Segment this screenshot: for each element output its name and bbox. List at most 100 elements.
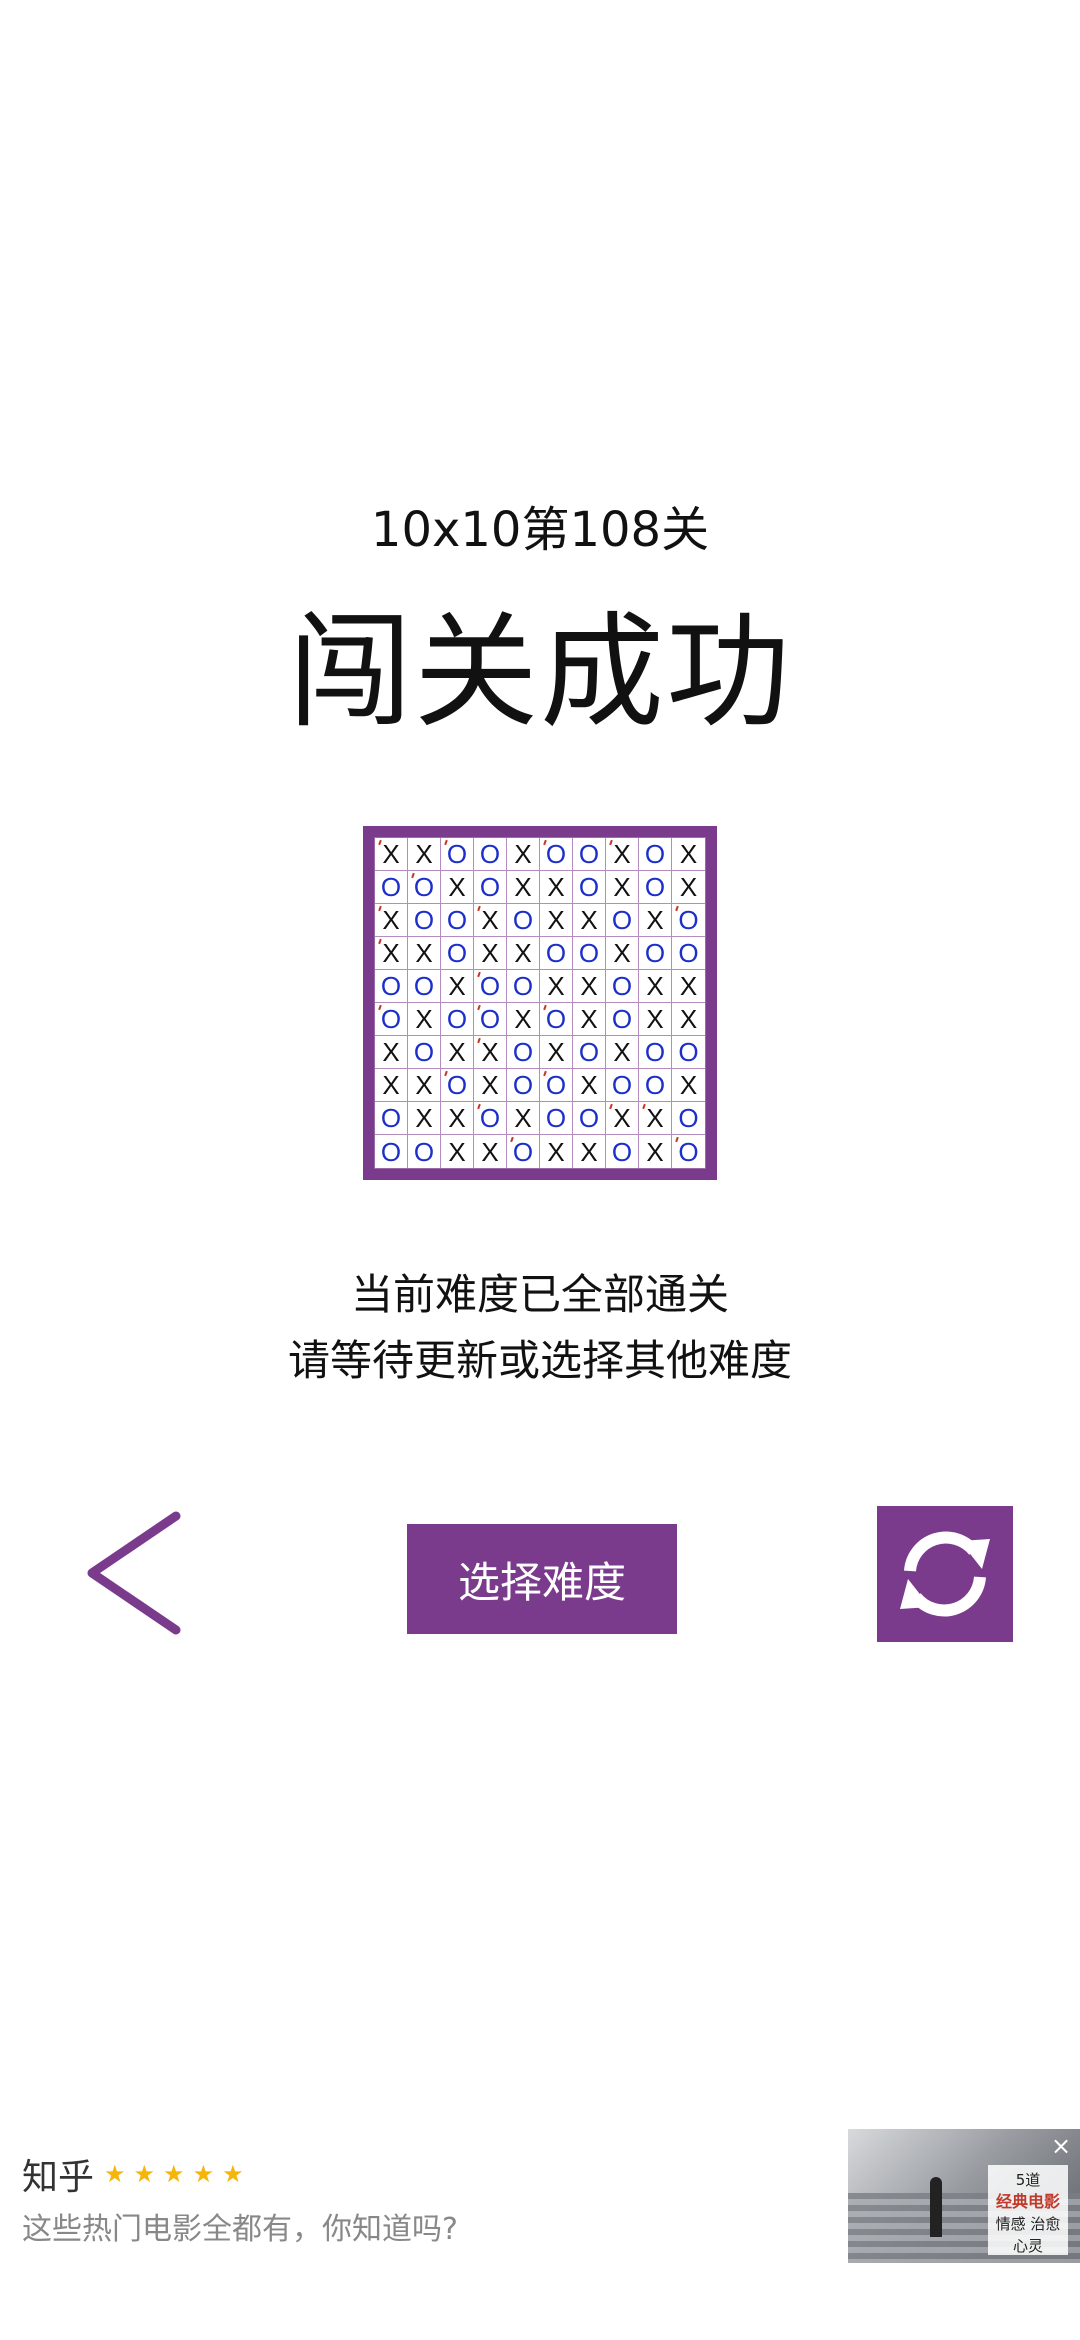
board-cell[interactable]: O <box>606 904 639 937</box>
board-cell[interactable]: O <box>573 838 606 871</box>
board-cell[interactable]: O <box>672 1135 705 1168</box>
board-cell[interactable]: O <box>474 1003 507 1036</box>
close-icon[interactable]: × <box>1048 2133 1074 2159</box>
board-cell[interactable]: X <box>639 1003 672 1036</box>
board-cell[interactable]: O <box>375 970 408 1003</box>
board-cell[interactable]: X <box>672 1003 705 1036</box>
board-cell[interactable]: X <box>672 871 705 904</box>
board-cell[interactable]: X <box>441 970 474 1003</box>
board-cell[interactable]: X <box>639 970 672 1003</box>
board-cell[interactable]: X <box>375 937 408 970</box>
board-cell[interactable]: O <box>408 904 441 937</box>
board-cell[interactable]: O <box>408 871 441 904</box>
board-cell[interactable]: O <box>606 1003 639 1036</box>
board-cell[interactable]: O <box>441 904 474 937</box>
board-cell[interactable]: O <box>375 1135 408 1168</box>
board-cell[interactable]: O <box>441 937 474 970</box>
board-cell[interactable]: O <box>672 904 705 937</box>
board-cell[interactable]: X <box>375 1036 408 1069</box>
board-cell[interactable]: O <box>573 1036 606 1069</box>
board-cell[interactable]: X <box>573 904 606 937</box>
board-cell[interactable]: O <box>408 1036 441 1069</box>
board-cell[interactable]: X <box>408 1003 441 1036</box>
board-cell[interactable]: O <box>540 1069 573 1102</box>
board-cell[interactable]: O <box>507 1069 540 1102</box>
board-cell[interactable]: O <box>540 838 573 871</box>
board-cell[interactable]: X <box>573 1069 606 1102</box>
board-cell[interactable]: X <box>507 937 540 970</box>
board-cell[interactable]: X <box>507 838 540 871</box>
board-cell[interactable]: O <box>573 1102 606 1135</box>
board-cell[interactable]: X <box>540 871 573 904</box>
board-cell[interactable]: O <box>672 1036 705 1069</box>
board-cell[interactable]: X <box>375 1069 408 1102</box>
board-cell[interactable]: O <box>507 1036 540 1069</box>
board-cell[interactable]: X <box>540 1036 573 1069</box>
board-cell[interactable]: X <box>606 1036 639 1069</box>
board-cell[interactable]: X <box>606 1102 639 1135</box>
board-cell[interactable]: O <box>639 871 672 904</box>
board-cell[interactable]: X <box>441 1036 474 1069</box>
board-cell[interactable]: O <box>408 1135 441 1168</box>
board-cell[interactable]: O <box>375 871 408 904</box>
board-cell[interactable]: O <box>441 838 474 871</box>
board-cell[interactable]: O <box>672 1102 705 1135</box>
board-cell[interactable]: O <box>639 937 672 970</box>
board-cell[interactable]: X <box>507 1003 540 1036</box>
board-cell[interactable]: O <box>606 1135 639 1168</box>
board-cell[interactable]: X <box>573 970 606 1003</box>
board-cell[interactable]: X <box>672 838 705 871</box>
board-cell[interactable]: X <box>540 970 573 1003</box>
board-cell[interactable]: O <box>573 871 606 904</box>
board-cell[interactable]: O <box>375 1003 408 1036</box>
board-cell[interactable]: X <box>474 1135 507 1168</box>
board-cell[interactable]: X <box>540 904 573 937</box>
board-cell[interactable]: O <box>540 937 573 970</box>
board-cell[interactable]: O <box>672 937 705 970</box>
board-cell[interactable]: X <box>639 904 672 937</box>
board-cell[interactable]: O <box>375 1102 408 1135</box>
board-cell[interactable]: X <box>375 838 408 871</box>
board-cell[interactable]: O <box>639 1069 672 1102</box>
board-cell[interactable]: X <box>672 970 705 1003</box>
board-cell[interactable]: X <box>375 904 408 937</box>
board-cell[interactable]: O <box>507 1135 540 1168</box>
board-cell[interactable]: X <box>606 871 639 904</box>
board-cell[interactable]: O <box>408 970 441 1003</box>
board-cell[interactable]: O <box>540 1003 573 1036</box>
board-cell[interactable]: X <box>540 1135 573 1168</box>
back-button[interactable] <box>82 1508 192 1638</box>
board-cell[interactable]: X <box>408 1102 441 1135</box>
board-cell[interactable]: O <box>474 838 507 871</box>
board-cell[interactable]: O <box>639 1036 672 1069</box>
board-cell[interactable]: O <box>441 1003 474 1036</box>
board-cell[interactable]: X <box>474 937 507 970</box>
board-cell[interactable]: X <box>672 1069 705 1102</box>
ad-banner[interactable]: 知乎 ★ ★ ★ ★ ★ 这些热门电影全都有，你知道吗? 5道 经典电影 情感 治愈 心… <box>0 2122 1080 2263</box>
board-cell[interactable]: X <box>639 1135 672 1168</box>
refresh-button[interactable] <box>877 1506 1013 1642</box>
board-cell[interactable]: O <box>606 970 639 1003</box>
board-cell[interactable]: O <box>507 970 540 1003</box>
board-cell[interactable]: X <box>441 1135 474 1168</box>
board-cell[interactable]: X <box>573 1003 606 1036</box>
ad-image[interactable]: 5道 经典电影 情感 治愈 心灵 × <box>848 2129 1080 2263</box>
board-cell[interactable]: X <box>441 1102 474 1135</box>
board-cell[interactable]: X <box>474 904 507 937</box>
board-cell[interactable]: X <box>573 1135 606 1168</box>
board-cell[interactable]: X <box>474 1069 507 1102</box>
board-cell[interactable]: O <box>474 970 507 1003</box>
board-cell[interactable]: X <box>474 1036 507 1069</box>
board-cell[interactable]: X <box>408 838 441 871</box>
board-cell[interactable]: X <box>606 937 639 970</box>
board-cell[interactable]: O <box>474 1102 507 1135</box>
board-cell[interactable]: O <box>573 937 606 970</box>
select-difficulty-button[interactable]: 选择难度 <box>407 1524 677 1634</box>
board-cell[interactable]: O <box>639 838 672 871</box>
board-cell[interactable]: X <box>507 871 540 904</box>
board-cell[interactable]: O <box>507 904 540 937</box>
board-cell[interactable]: X <box>606 838 639 871</box>
board-cell[interactable]: O <box>441 1069 474 1102</box>
board-cell[interactable]: X <box>441 871 474 904</box>
board-cell[interactable]: O <box>606 1069 639 1102</box>
